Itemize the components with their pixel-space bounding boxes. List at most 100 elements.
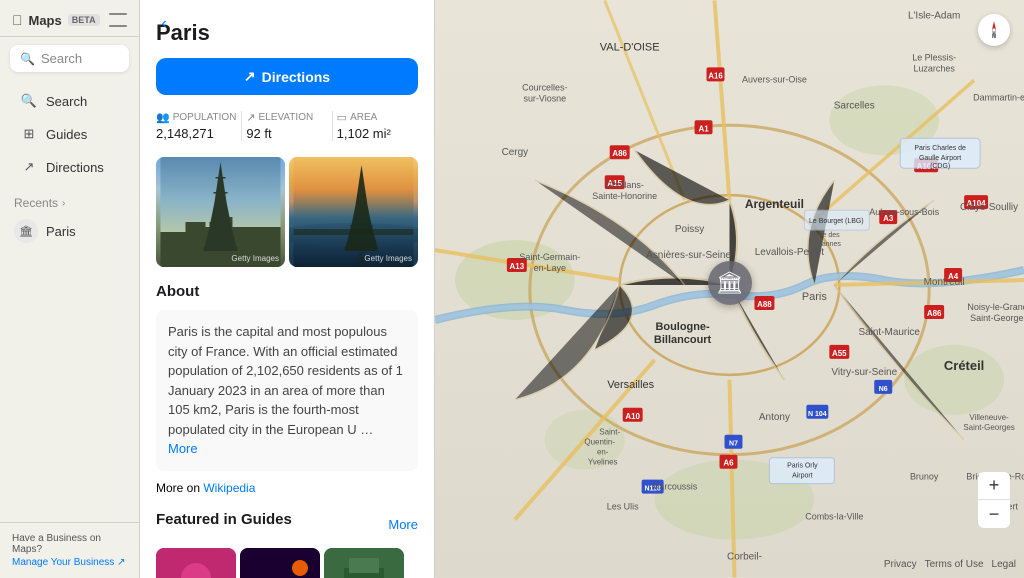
search-nav-icon: 🔍: [20, 92, 38, 110]
svg-text:A55: A55: [832, 349, 847, 358]
guide-photo-2[interactable]: [240, 548, 320, 578]
svg-text:A6: A6: [723, 459, 734, 468]
photo-1[interactable]: Getty Images: [156, 157, 285, 267]
guide-photo-1[interactable]: [156, 548, 236, 578]
svg-text:Billancourt: Billancourt: [654, 334, 712, 346]
guides-nav-icon: ⊞: [20, 125, 38, 143]
recents-label: Recents: [14, 196, 58, 210]
recent-item-paris[interactable]: 🏛 Paris: [14, 214, 125, 248]
svg-text:Quentin-: Quentin-: [584, 438, 615, 447]
stats-row: 👥 POPULATION 2,148,271 ↗ ELEVATION 92 ft…: [156, 111, 418, 141]
svg-text:A86: A86: [612, 149, 627, 158]
svg-text:Paris Orly: Paris Orly: [787, 463, 818, 470]
svg-text:Yvelines: Yvelines: [588, 458, 618, 467]
about-text: Paris is the capital and most populous c…: [168, 322, 406, 459]
svg-text:Paris Charles de: Paris Charles de: [914, 145, 966, 152]
featured-more-link[interactable]: More: [388, 517, 418, 532]
map-area[interactable]: A16 A1 A104 A86 A3 A4 A86 A104 N 104 A10…: [435, 0, 1024, 578]
svg-text:Le Plessis-: Le Plessis-: [912, 52, 956, 62]
svg-text:Versailles: Versailles: [607, 379, 654, 391]
paris-location-marker: 🏛: [708, 261, 752, 305]
svg-text:Marcoussis: Marcoussis: [652, 482, 698, 492]
svg-text:Sarcelles: Sarcelles: [834, 100, 875, 111]
directions-button[interactable]: ↗ Directions: [156, 58, 418, 95]
svg-text:Saint-Germain-: Saint-Germain-: [519, 252, 580, 262]
svg-text:Luzarches: Luzarches: [913, 63, 955, 73]
featured-title: Featured in Guides: [156, 511, 292, 528]
sidebar-item-directions[interactable]: ↗ Directions: [6, 151, 133, 183]
map-controls: + −: [978, 472, 1010, 528]
svg-text:A10: A10: [625, 412, 640, 421]
svg-text:L'Isle-Adam: L'Isle-Adam: [908, 10, 960, 21]
svg-text:N6: N6: [879, 386, 888, 393]
sidebar:  Maps BETA 🔍 Search 🔍 Search ⊞ Guides ↗…: [0, 0, 140, 578]
svg-text:Montreuil: Montreuil: [924, 277, 965, 288]
svg-text:sur-Viosne: sur-Viosne: [523, 93, 566, 103]
nav-menu: 🔍 Search ⊞ Guides ↗ Directions: [0, 80, 139, 188]
svg-text:N: N: [992, 34, 996, 40]
about-box: Paris is the capital and most populous c…: [156, 310, 418, 471]
photo-2[interactable]: Getty Images: [289, 157, 418, 267]
stat-elevation: ↗ ELEVATION 92 ft: [246, 111, 327, 141]
directions-nav-icon: ↗: [20, 158, 38, 176]
zoom-in-button[interactable]: +: [978, 472, 1010, 500]
guide-photos-row: [156, 548, 418, 578]
svg-text:Paris: Paris: [802, 291, 828, 303]
svg-text:Gaulle Airport: Gaulle Airport: [919, 155, 961, 162]
about-section-title: About: [156, 283, 418, 300]
recents-chevron-icon: ›: [62, 198, 65, 209]
svg-text:Levallois-Perret: Levallois-Perret: [755, 247, 824, 258]
map-attribution: Privacy Terms of Use Legal: [884, 559, 1016, 570]
svg-text:Poissy: Poissy: [675, 224, 704, 235]
sidebar-toggle-button[interactable]: [109, 13, 127, 27]
stat-divider-2: [332, 111, 333, 141]
svg-text:N7: N7: [729, 441, 738, 448]
about-more-link[interactable]: More: [168, 441, 198, 456]
marker-circle: 🏛: [708, 261, 752, 305]
zoom-out-button[interactable]: −: [978, 500, 1010, 528]
detail-panel: ‹ Paris ↗ Directions 👥 POPULATION 2,148,…: [140, 0, 435, 578]
guide-photo-3[interactable]: [324, 548, 404, 578]
privacy-link[interactable]: Privacy: [884, 559, 917, 570]
area-label: ▭ AREA: [337, 111, 418, 124]
svg-text:Claye-Soulliy: Claye-Soulliy: [960, 202, 1018, 213]
directions-button-icon: ↗: [244, 68, 256, 85]
svg-text:Conflans-: Conflans-: [605, 180, 643, 190]
terms-link[interactable]: Terms of Use: [925, 559, 984, 570]
legal-link[interactable]: Legal: [992, 559, 1016, 570]
sidebar-item-guides[interactable]: ⊞ Guides: [6, 118, 133, 150]
recent-place-label: Paris: [46, 224, 76, 239]
svg-text:Saint-Georges: Saint-Georges: [963, 423, 1014, 432]
stat-population: 👥 POPULATION 2,148,271: [156, 111, 237, 141]
apple-logo-icon: : [12, 12, 23, 28]
svg-text:A1: A1: [698, 124, 709, 133]
svg-text:A86: A86: [927, 309, 942, 318]
svg-text:Les Ulis: Les Ulis: [607, 502, 639, 512]
sidebar-item-search[interactable]: 🔍 Search: [6, 85, 133, 117]
svg-text:VAL-D'OISE: VAL-D'OISE: [600, 41, 660, 53]
svg-text:Créteil: Créteil: [944, 358, 984, 373]
featured-header: Featured in Guides More: [156, 511, 418, 538]
svg-text:Auvers-sur-Oise: Auvers-sur-Oise: [742, 74, 807, 84]
back-button[interactable]: ‹: [152, 12, 176, 36]
compass[interactable]: N: [978, 14, 1010, 46]
recents-header: Recents ›: [14, 196, 125, 210]
elevation-value: 92 ft: [246, 126, 327, 141]
svg-text:Sainte-Honorine: Sainte-Honorine: [592, 191, 657, 201]
svg-text:Brunoy: Brunoy: [910, 472, 939, 482]
search-placeholder-text: Search: [41, 51, 82, 66]
svg-text:en-: en-: [597, 448, 609, 457]
svg-text:Boulogne-: Boulogne-: [655, 321, 710, 333]
compass-icon: N: [982, 18, 1006, 42]
manage-business-link[interactable]: Manage Your Business ↗: [12, 557, 127, 568]
svg-text:Saint-Georges: Saint-Georges: [970, 313, 1024, 323]
detail-content: Paris ↗ Directions 👥 POPULATION 2,148,27…: [140, 0, 434, 578]
population-label: 👥 POPULATION: [156, 111, 237, 124]
search-bar[interactable]: 🔍 Search: [10, 45, 129, 72]
svg-text:en-Laye: en-Laye: [534, 263, 566, 273]
svg-text:Ile des: Ile des: [819, 232, 840, 239]
photo-1-caption: Getty Images: [231, 254, 279, 263]
svg-text:(CDG): (CDG): [930, 163, 950, 170]
svg-text:Vitry-sur-Seine: Vitry-sur-Seine: [831, 367, 897, 378]
wikipedia-link[interactable]: Wikipedia: [203, 481, 255, 495]
